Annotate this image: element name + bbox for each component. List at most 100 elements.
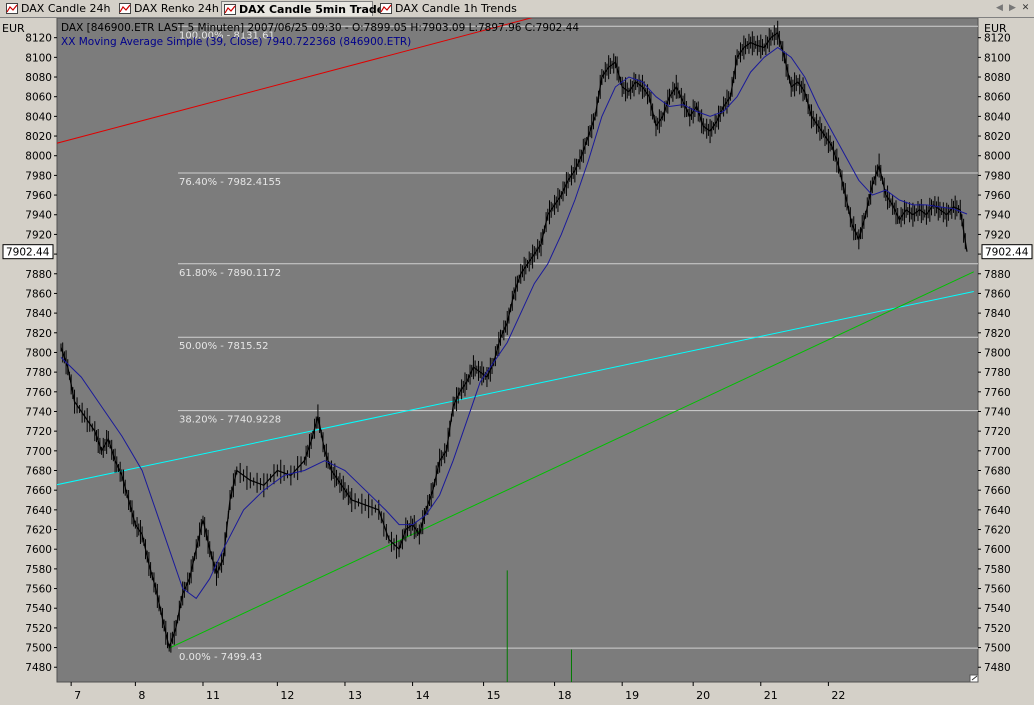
y-tick-label-right: 7860 xyxy=(984,288,1011,300)
y-tick-label-right: 7980 xyxy=(984,170,1011,182)
y-tick-label-right: 7960 xyxy=(984,190,1011,202)
x-tick-label: 20 xyxy=(696,689,710,702)
y-tick-label-left: 8060 xyxy=(25,92,52,104)
y-tick-label-right: 7560 xyxy=(984,584,1011,596)
y-tick-label-left: 7580 xyxy=(25,564,52,576)
tab-dax-candle-5min-trade[interactable]: DAX Candle 5min Trade xyxy=(221,1,384,16)
fib-level-label: 50.00% - 7815.52 xyxy=(179,341,268,352)
x-tick-label: 14 xyxy=(416,689,430,702)
y-tick-label-left: 7640 xyxy=(25,505,52,517)
moving-average-label: XX Moving Average Simple (39, Close) 794… xyxy=(61,36,411,48)
x-tick-label: 8 xyxy=(138,689,145,702)
x-tick-label: 7 xyxy=(74,689,81,702)
scroll-right-icon[interactable]: ▶ xyxy=(1006,2,1019,15)
y-tick-label-left: 7500 xyxy=(25,643,52,655)
y-tick-label-right: 7620 xyxy=(984,525,1011,537)
y-tick-label-left: 8120 xyxy=(25,33,52,45)
y-tick-label-right: 7540 xyxy=(984,603,1011,615)
x-tick-label: 13 xyxy=(348,689,362,702)
y-tick-label-left: 7520 xyxy=(25,623,52,635)
y-tick-label-left: 7620 xyxy=(25,525,52,537)
y-tick-label-right: 7700 xyxy=(984,446,1011,458)
chart-icon xyxy=(6,3,18,14)
y-tick-label-right: 8080 xyxy=(984,72,1011,84)
y-tick-label-left: 8000 xyxy=(25,151,52,163)
y-tick-label-right: 8100 xyxy=(984,52,1011,64)
y-tick-label-right: 7820 xyxy=(984,328,1011,340)
price-chart: 100.00% - 8131.6176.40% - 7982.415561.80… xyxy=(0,18,1034,705)
y-tick-label-right: 7940 xyxy=(984,210,1011,222)
y-tick-label-right: 7920 xyxy=(984,229,1011,241)
fib-level-label: 0.00% - 7499.43 xyxy=(179,652,262,663)
chart-icon xyxy=(380,3,392,14)
y-tick-label-right: 7740 xyxy=(984,406,1011,418)
y-tick-label-left: 7660 xyxy=(25,485,52,497)
last-price-label-left: 7902.44 xyxy=(6,247,50,259)
y-tick-label-left: 7800 xyxy=(25,347,52,359)
fib-level-label: 61.80% - 7890.1172 xyxy=(179,268,281,279)
y-tick-label-left: 7820 xyxy=(25,328,52,340)
chart-header-text: DAX [846900.ETR LAST 5 Minuten] 2007/06/… xyxy=(61,22,579,34)
resize-grip-icon[interactable] xyxy=(969,674,979,683)
close-icon[interactable]: ✕ xyxy=(1019,2,1032,15)
x-tick-label: 15 xyxy=(487,689,501,702)
x-tick-label: 11 xyxy=(206,689,220,702)
y-tick-label-left: 7740 xyxy=(25,406,52,418)
tab-label: DAX Candle 1h Trends xyxy=(395,2,517,15)
y-tick-label-left: 7840 xyxy=(25,308,52,320)
scroll-left-icon[interactable]: ◀ xyxy=(993,2,1006,15)
y-tick-label-right: 7840 xyxy=(984,308,1011,320)
y-tick-label-left: 7680 xyxy=(25,466,52,478)
y-tick-label-left: 7700 xyxy=(25,446,52,458)
y-tick-label-right: 8060 xyxy=(984,92,1011,104)
y-tick-label-left: 7480 xyxy=(25,662,52,674)
tab-label: DAX Candle 5min Trade xyxy=(239,3,385,16)
chart-icon xyxy=(119,3,131,14)
y-tick-label-left: 7720 xyxy=(25,426,52,438)
tab-dax-renko-24h[interactable]: DAX Renko 24h xyxy=(117,1,219,16)
y-tick-label-left: 7880 xyxy=(25,269,52,281)
fib-level-label: 76.40% - 7982.4155 xyxy=(179,177,281,188)
chart-icon xyxy=(224,4,236,15)
y-tick-label-right: 7520 xyxy=(984,623,1011,635)
y-tick-label-right: 7580 xyxy=(984,564,1011,576)
y-tick-label-right: 7680 xyxy=(984,466,1011,478)
last-price-label-right: 7902.44 xyxy=(985,247,1029,259)
y-tick-label-left: 7560 xyxy=(25,584,52,596)
y-tick-label-left: 7860 xyxy=(25,288,52,300)
y-tick-label-right: 8000 xyxy=(984,151,1011,163)
y-tick-label-right: 7660 xyxy=(984,485,1011,497)
y-tick-label-left: 8080 xyxy=(25,72,52,84)
fib-level-label: 38.20% - 7740.9228 xyxy=(179,415,281,426)
y-tick-label-left: 7920 xyxy=(25,229,52,241)
y-tick-label-right: 7640 xyxy=(984,505,1011,517)
y-tick-label-left: 8020 xyxy=(25,131,52,143)
tab-dax-candle-24h[interactable]: DAX Candle 24h xyxy=(4,1,111,16)
y-tick-label-left: 7760 xyxy=(25,387,52,399)
x-tick-label: 12 xyxy=(280,689,294,702)
y-tick-label-left: 7600 xyxy=(25,544,52,556)
y-tick-label-right: 7500 xyxy=(984,643,1011,655)
y-tick-label-right: 8020 xyxy=(984,131,1011,143)
y-tick-label-right: 7800 xyxy=(984,347,1011,359)
x-tick-label: 22 xyxy=(831,689,845,702)
currency-label-left: EUR xyxy=(2,22,25,35)
tab-dax-candle-1h-trends[interactable]: DAX Candle 1h Trends xyxy=(378,1,517,16)
currency-label-right: EUR xyxy=(984,22,1007,35)
y-tick-label-left: 8040 xyxy=(25,111,52,123)
x-tick-label: 19 xyxy=(625,689,639,702)
y-tick-label-right: 7780 xyxy=(984,367,1011,379)
y-tick-label-right: 7720 xyxy=(984,426,1011,438)
tab-label: DAX Candle 24h xyxy=(21,2,111,15)
y-tick-label-left: 7940 xyxy=(25,210,52,222)
y-tick-label-left: 8100 xyxy=(25,52,52,64)
chart-tab-bar: DAX Candle 24h DAX Renko 24h DAX Candle … xyxy=(0,0,1034,18)
y-tick-label-left: 7780 xyxy=(25,367,52,379)
x-tick-label: 18 xyxy=(558,689,572,702)
y-tick-label-right: 7760 xyxy=(984,387,1011,399)
tab-label: DAX Renko 24h xyxy=(134,2,219,15)
y-tick-label-right: 7480 xyxy=(984,662,1011,674)
y-tick-label-left: 7980 xyxy=(25,170,52,182)
y-tick-label-left: 7540 xyxy=(25,603,52,615)
y-tick-label-left: 7960 xyxy=(25,190,52,202)
